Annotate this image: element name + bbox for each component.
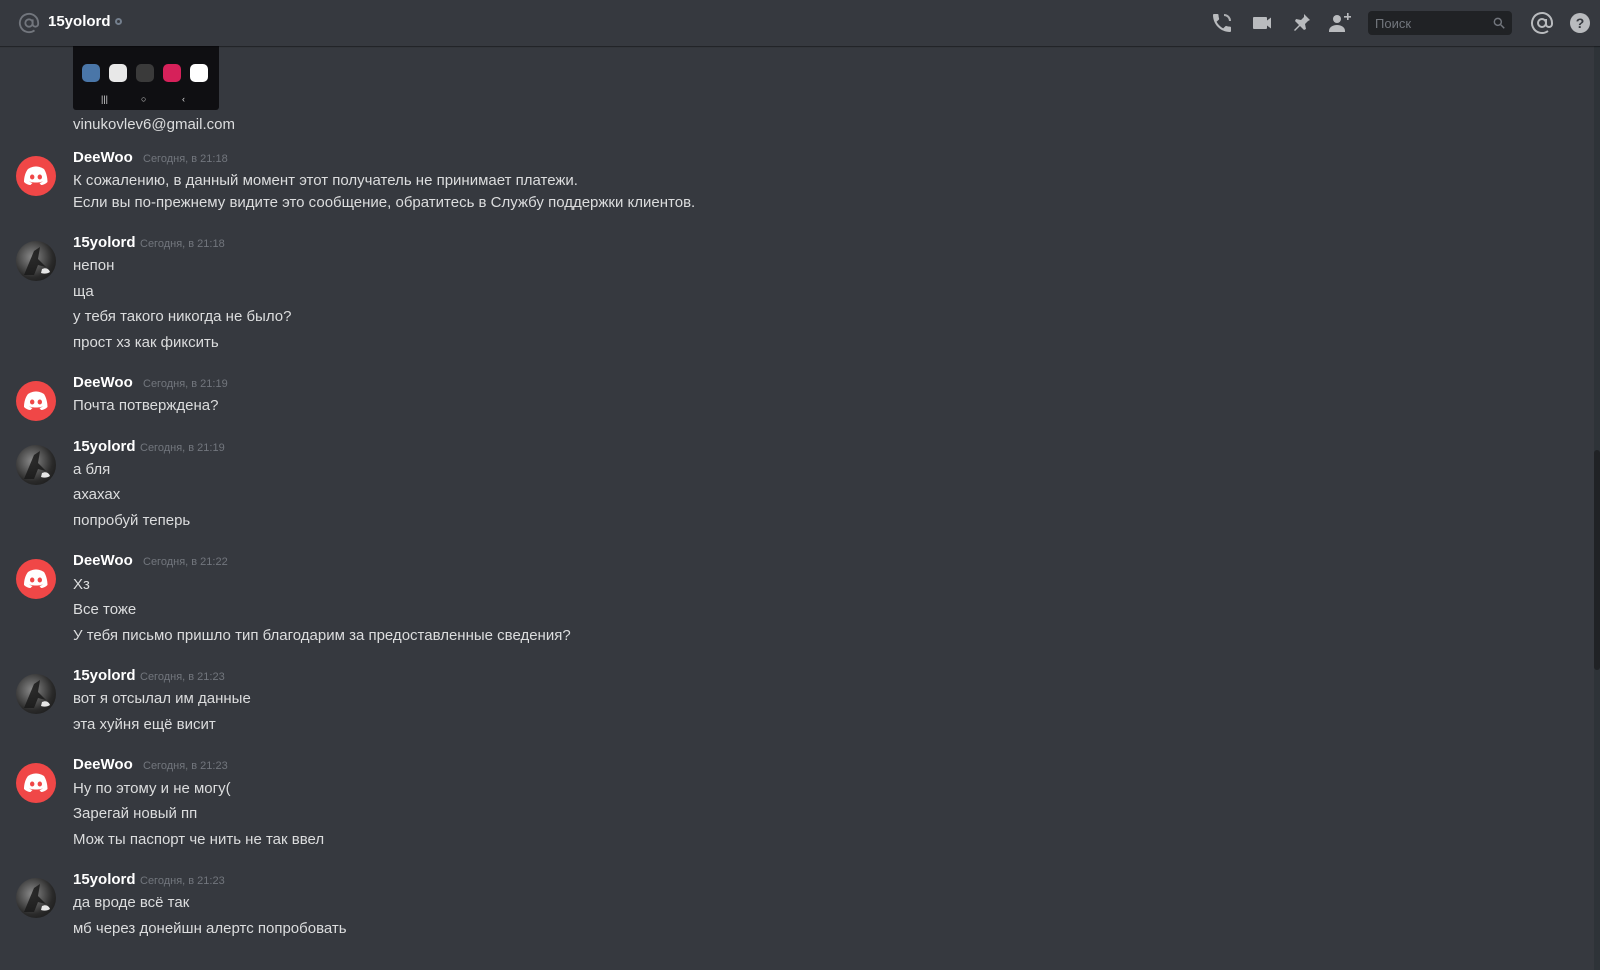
avatar[interactable] xyxy=(16,559,56,599)
avatar[interactable] xyxy=(16,445,56,485)
user-avatar-image xyxy=(24,884,50,912)
message-text: Ну по этому и не могу( xyxy=(73,780,231,797)
at-icon xyxy=(18,12,40,34)
message-timestamp[interactable]: Сегодня, в 21:23 xyxy=(140,671,225,683)
message-text: да вроде всё так xyxy=(73,894,190,911)
message-text: Мож ты паспорт че нить не так ввел xyxy=(73,831,325,848)
nav-home-icon: ○ xyxy=(141,94,147,104)
message-text: а бля xyxy=(73,461,111,478)
message-timestamp[interactable]: Сегодня, в 21:19 xyxy=(140,442,225,454)
message-text: мб через донейшн алертс попробовать xyxy=(73,920,347,937)
message-text: у тебя такого никогда не было? xyxy=(73,308,292,325)
message-text: Все тоже xyxy=(73,601,137,618)
video-call-icon[interactable] xyxy=(1250,11,1274,35)
message-text: Почта потверждена? xyxy=(73,397,219,414)
app-icon xyxy=(109,64,127,82)
message-text: вот я отсылал им данные xyxy=(73,690,251,707)
image-attachment[interactable]: ||| ○ ‹ xyxy=(73,46,219,110)
avatar[interactable] xyxy=(16,878,56,918)
username[interactable]: 15yolord xyxy=(73,438,136,455)
user-avatar-image xyxy=(24,451,50,479)
message-text: эта хуйня ещё висит xyxy=(73,716,216,733)
search-placeholder: Поиск xyxy=(1375,16,1412,31)
discord-logo-icon xyxy=(24,569,48,588)
avatar[interactable] xyxy=(16,156,56,196)
message-list: ||| ○ ‹ vinukovlev6@gmail.com DeeWoo Сего… xyxy=(0,46,1594,970)
message-text: К сожалению, в данный момент этот получа… xyxy=(73,172,578,189)
message-text: Если вы по-прежнему видите это сообщение… xyxy=(73,194,696,211)
add-friend-icon[interactable] xyxy=(1328,11,1352,35)
discord-logo-icon xyxy=(24,166,48,185)
avatar[interactable] xyxy=(16,763,56,803)
nav-recents-icon: ||| xyxy=(101,94,109,104)
vk-app-icon xyxy=(82,64,100,82)
username[interactable]: DeeWoo xyxy=(73,374,133,391)
avatar[interactable] xyxy=(16,381,56,421)
message-timestamp[interactable]: Сегодня, в 21:22 xyxy=(143,556,228,568)
help-icon[interactable]: ? xyxy=(1568,11,1592,35)
message-timestamp[interactable]: Сегодня, в 21:18 xyxy=(143,153,228,165)
discord-logo-icon xyxy=(24,773,48,792)
message-text: ща xyxy=(73,283,94,300)
username[interactable]: 15yolord xyxy=(73,667,136,684)
username[interactable]: 15yolord xyxy=(73,234,136,251)
message-text: Зарегай новый пп xyxy=(73,805,198,822)
channel-title[interactable]: 15yolord xyxy=(48,13,111,30)
svg-text:?: ? xyxy=(1576,15,1585,31)
username[interactable]: DeeWoo xyxy=(73,552,133,569)
user-avatar-image xyxy=(24,247,50,275)
message-timestamp[interactable]: Сегодня, в 21:18 xyxy=(140,238,225,250)
message-text: ахахах xyxy=(73,486,121,503)
pin-icon[interactable] xyxy=(1289,11,1313,35)
message-text: попробуй теперь xyxy=(73,512,191,529)
message-text: У тебя письмо пришло тип благодарим за п… xyxy=(73,627,571,644)
avatar[interactable] xyxy=(16,241,56,281)
message-timestamp[interactable]: Сегодня, в 21:23 xyxy=(140,875,225,887)
username[interactable]: 15yolord xyxy=(73,871,136,888)
search-icon xyxy=(1493,17,1505,29)
status-indicator xyxy=(115,18,122,25)
channel-header: 15yolord Поиск ? xyxy=(0,0,1600,46)
message-text: прост хз как фиксить xyxy=(73,334,219,351)
youtube-app-icon xyxy=(190,64,208,82)
message-text: непон xyxy=(73,257,115,274)
message-text: Хз xyxy=(73,576,90,593)
discord-logo-icon xyxy=(24,391,48,410)
app-icon xyxy=(136,64,154,82)
username[interactable]: DeeWoo xyxy=(73,756,133,773)
message-text: vinukovlev6@gmail.com xyxy=(73,116,235,133)
search-input[interactable]: Поиск xyxy=(1368,11,1512,35)
avatar[interactable] xyxy=(16,674,56,714)
username[interactable]: DeeWoo xyxy=(73,149,133,166)
mentions-icon[interactable] xyxy=(1530,11,1554,35)
instagram-app-icon xyxy=(163,64,181,82)
scrollbar-thumb[interactable] xyxy=(1594,450,1600,670)
message-timestamp[interactable]: Сегодня, в 21:23 xyxy=(143,760,228,772)
nav-back-icon: ‹ xyxy=(182,94,185,104)
message-timestamp[interactable]: Сегодня, в 21:19 xyxy=(143,378,228,390)
call-icon[interactable] xyxy=(1210,11,1234,35)
user-avatar-image xyxy=(24,680,50,708)
